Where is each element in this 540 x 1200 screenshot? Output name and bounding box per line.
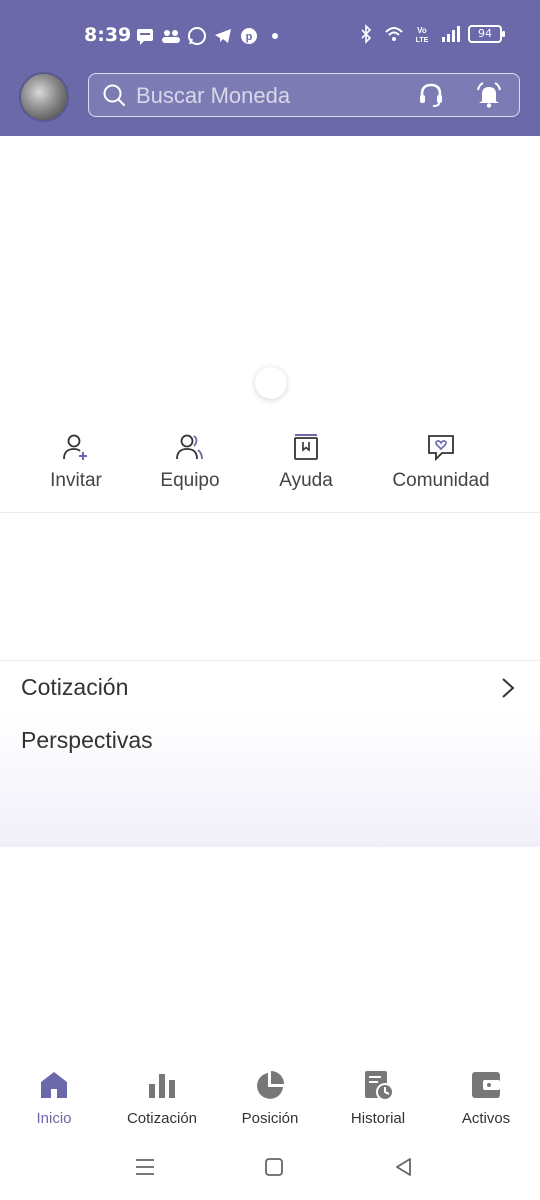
team-icon bbox=[176, 434, 203, 460]
history-icon bbox=[365, 1071, 394, 1101]
nav-item-cotizacion[interactable]: Cotización bbox=[108, 1060, 216, 1127]
search-icon bbox=[103, 84, 125, 106]
battery-icon: 94 bbox=[468, 25, 505, 43]
nav-label: Cotización bbox=[126, 1110, 198, 1127]
status-bar: 8:39 p Vo LTE 94 bbox=[0, 18, 540, 54]
shortcut-label: Comunidad bbox=[392, 470, 490, 491]
notification-icons: p bbox=[135, 26, 285, 46]
app-header: 8:39 p Vo LTE 94 bbox=[0, 0, 540, 136]
whatsapp-icon bbox=[188, 27, 206, 45]
pie-chart-icon bbox=[257, 1071, 284, 1099]
shortcut-label: Equipo bbox=[160, 470, 220, 491]
message-icon bbox=[137, 29, 153, 45]
svg-text:LTE: LTE bbox=[416, 37, 429, 44]
bottom-navigation: Inicio Cotización Posición Historial Act… bbox=[0, 1060, 540, 1135]
bar-chart-icon bbox=[149, 1074, 175, 1098]
headset-icon[interactable] bbox=[417, 81, 445, 109]
home-square-icon[interactable] bbox=[262, 1155, 286, 1179]
search-input[interactable] bbox=[134, 79, 408, 113]
wifi-icon bbox=[385, 27, 403, 41]
nav-item-historial[interactable]: Historial bbox=[324, 1060, 432, 1127]
signal-icon bbox=[442, 26, 460, 42]
pinterest-icon: p bbox=[241, 28, 257, 44]
nav-label: Activos bbox=[461, 1110, 511, 1127]
shortcut-comunidad[interactable]: Comunidad bbox=[381, 430, 501, 492]
chevron-right-icon[interactable] bbox=[498, 676, 518, 700]
section-cotizacion-title[interactable]: Cotización bbox=[21, 674, 128, 701]
volte-icon: Vo LTE bbox=[416, 26, 429, 44]
invite-user-icon bbox=[63, 434, 87, 460]
nav-label: Inicio bbox=[36, 1110, 72, 1127]
loading-spinner bbox=[255, 367, 287, 399]
shortcut-equipo[interactable]: Equipo bbox=[130, 430, 250, 492]
section-perspectivas-title: Perspectivas bbox=[21, 727, 153, 753]
status-time: 8:39 bbox=[84, 24, 132, 46]
shortcut-bar: Invitar Equipo Ayuda Comunidad bbox=[0, 430, 540, 510]
bluetooth-icon bbox=[361, 24, 372, 44]
menu-icon[interactable] bbox=[133, 1155, 157, 1179]
back-icon[interactable] bbox=[392, 1155, 416, 1179]
nav-item-inicio[interactable]: Inicio bbox=[0, 1060, 108, 1127]
svg-text:p: p bbox=[246, 31, 253, 43]
system-navigation-bar bbox=[0, 1145, 540, 1190]
nav-label: Historial bbox=[350, 1110, 406, 1127]
dot-icon bbox=[272, 33, 278, 39]
shortcut-invitar[interactable]: Invitar bbox=[16, 430, 136, 492]
shortcut-ayuda[interactable]: Ayuda bbox=[246, 430, 366, 492]
help-book-icon bbox=[294, 434, 318, 460]
nav-item-posicion[interactable]: Posición bbox=[216, 1060, 324, 1127]
wallet-icon bbox=[472, 1072, 500, 1098]
nav-label: Posición bbox=[241, 1110, 299, 1127]
nav-item-activos[interactable]: Activos bbox=[432, 1060, 540, 1127]
shortcut-label: Invitar bbox=[50, 470, 102, 491]
telegram-icon bbox=[215, 29, 231, 43]
shortcut-label: Ayuda bbox=[279, 470, 333, 491]
svg-text:Vo: Vo bbox=[417, 26, 427, 35]
avatar[interactable] bbox=[19, 72, 69, 122]
search-bar[interactable] bbox=[88, 73, 520, 117]
home-icon bbox=[41, 1072, 67, 1098]
divider bbox=[0, 660, 540, 661]
group-icon bbox=[162, 30, 180, 43]
system-status-icons: Vo LTE 94 bbox=[356, 24, 505, 44]
community-chat-icon bbox=[428, 435, 454, 462]
divider bbox=[0, 512, 540, 513]
bell-icon[interactable] bbox=[475, 81, 503, 109]
